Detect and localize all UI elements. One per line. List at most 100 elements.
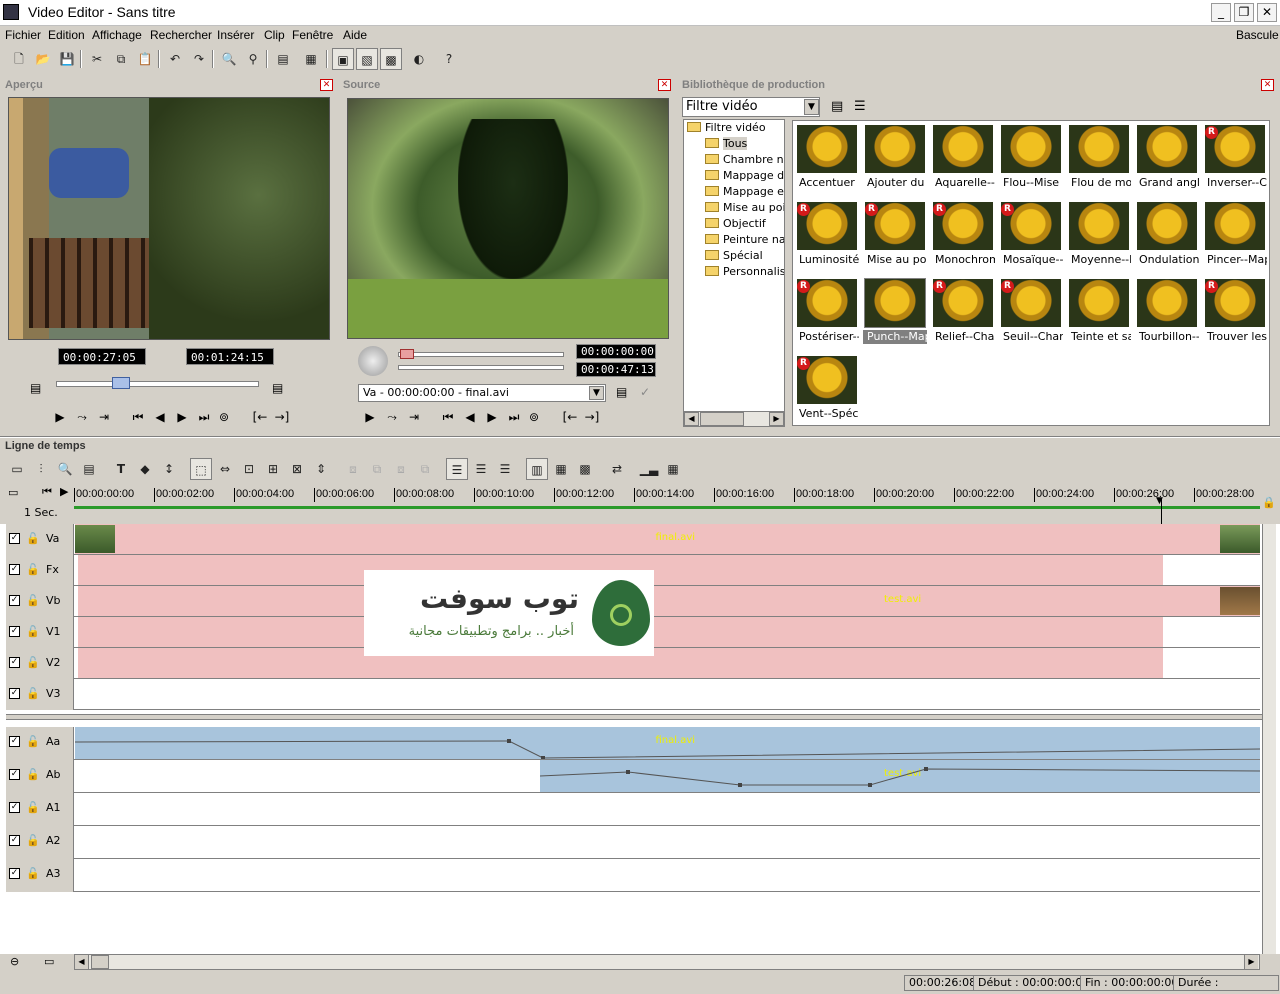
mark-in-icon[interactable]: ▤ [30, 381, 41, 395]
scroll-right-icon[interactable]: ▶ [1244, 955, 1258, 969]
library-item[interactable]: R Relief--Char [931, 279, 995, 353]
next-frame-icon[interactable]: ▶ [482, 410, 502, 424]
slip-icon[interactable]: ⇔ [214, 458, 236, 480]
ripple-icon[interactable]: ⊠ [286, 458, 308, 480]
track-row[interactable]: ✓ 🔓 V3 [6, 679, 1260, 710]
track-lock-icon[interactable]: 🔓 [26, 656, 40, 669]
find-icon[interactable]: 🔍 [218, 48, 240, 70]
close-icon[interactable]: ✕ [658, 79, 671, 91]
scroll-left-icon[interactable]: ◀ [75, 955, 89, 969]
tree-item-objectif[interactable]: Objectif [687, 217, 784, 233]
redo-icon[interactable]: ↷ [188, 48, 210, 70]
jump-in-icon[interactable]: [← [560, 410, 580, 424]
tree-item-mappage-de[interactable]: Mappage de [687, 169, 784, 185]
menu-affichage[interactable]: Affichage [92, 28, 142, 42]
envelope-point[interactable] [738, 783, 742, 787]
library-item[interactable]: Teinte et sa [1067, 279, 1131, 353]
film-icon[interactable]: ▭ [8, 486, 18, 499]
track-lock-icon[interactable]: 🔓 [26, 801, 40, 814]
track-row[interactable]: ✓ 🔓 Aa final.avi [6, 727, 1260, 760]
envelope-point[interactable] [626, 770, 630, 774]
align-center-icon[interactable]: ☰ [470, 458, 492, 480]
text-tool-icon[interactable]: T [110, 458, 132, 480]
envelope-point[interactable] [507, 739, 511, 743]
zoom-out-icon[interactable]: ⊖ [10, 955, 19, 968]
tree-item-tous[interactable]: Tous [687, 137, 784, 153]
align-right-icon[interactable]: ☰ [494, 458, 516, 480]
copy-icon[interactable]: ⧉ [110, 48, 132, 70]
track-enable-checkbox[interactable]: ✓ [9, 688, 20, 699]
preview-scrub-handle[interactable] [112, 377, 130, 389]
tree-item-mise-au-point[interactable]: Mise au poin [687, 201, 784, 217]
track-add-icon[interactable]: ▭ [6, 458, 28, 480]
list-view-icon[interactable]: ▤ [831, 99, 843, 114]
library-item[interactable]: Accentuer l [795, 125, 859, 199]
library-item[interactable]: R Postériser--C [795, 279, 859, 353]
track-lock-icon[interactable]: 🔓 [26, 735, 40, 748]
library-item[interactable]: R Seuil--Cham [999, 279, 1063, 353]
previous-frame-icon[interactable]: ◀ [150, 410, 170, 424]
source-clip-select[interactable]: Va - 00:00:00:00 - final.avi [358, 384, 606, 402]
library-item[interactable]: Pincer--Map [1203, 202, 1267, 276]
go-start-icon[interactable]: ⏮ [128, 410, 148, 425]
jog-wheel-icon[interactable] [358, 346, 388, 376]
library-item[interactable]: Ajouter du b [863, 125, 927, 199]
library-item[interactable]: Flou de mou [1067, 125, 1131, 199]
track-enable-checkbox[interactable]: ✓ [9, 769, 20, 780]
tree-item-special[interactable]: Spécial [687, 249, 784, 265]
track-row[interactable]: ✓ 🔓 Ab test.avi [6, 760, 1260, 793]
play-icon[interactable]: ▶ [50, 410, 70, 424]
lock-icon[interactable]: 🔒 [1262, 496, 1276, 509]
tree-item-root[interactable]: Filtre vidéo [687, 121, 784, 137]
playhead-marker-icon[interactable]: ▼ [1156, 496, 1163, 506]
tree-item-mappage-en[interactable]: Mappage en [687, 185, 784, 201]
video-clip[interactable]: test.avi [78, 586, 1260, 616]
tree-item-personnalise[interactable]: Personnalisé [687, 265, 784, 281]
view-frames-icon[interactable]: ▦ [550, 458, 572, 480]
audio-graph-icon[interactable]: ▁▃ [638, 458, 660, 480]
library-item[interactable]: R Mosaïque--I [999, 202, 1063, 276]
jump-in-icon[interactable]: [← [250, 410, 270, 424]
vertical-scrollbar[interactable] [1262, 524, 1276, 954]
zoom-icon[interactable]: 🔍 [54, 458, 76, 480]
track-lock-icon[interactable]: 🔓 [26, 867, 40, 880]
track-enable-checkbox[interactable]: ✓ [9, 626, 20, 637]
paste-icon[interactable]: 📋 [134, 48, 156, 70]
undo-icon[interactable]: ↶ [164, 48, 186, 70]
menu-edition[interactable]: Edition [48, 28, 85, 42]
track-enable-checkbox[interactable]: ✓ [9, 595, 20, 606]
select-mode-icon[interactable]: ⬚ [190, 458, 212, 480]
av-divider[interactable] [6, 714, 1276, 720]
find-next-icon[interactable]: ⚲ [242, 48, 264, 70]
source-in-handle[interactable] [400, 349, 414, 359]
checkmark-icon[interactable]: ✓ [640, 385, 650, 399]
tree-scrollbar[interactable]: ◀ ▶ [684, 411, 784, 426]
play-selection-icon[interactable]: ⇥ [404, 410, 424, 424]
track-lock-icon[interactable]: 🔓 [26, 532, 40, 545]
track-enable-checkbox[interactable]: ✓ [9, 564, 20, 575]
calendar-icon[interactable]: ▦ [662, 458, 684, 480]
library-icon[interactable]: ▩ [380, 48, 402, 70]
source-range-bar[interactable] [398, 365, 564, 370]
jump-out-icon[interactable]: →] [582, 410, 602, 424]
ruler-start-icon[interactable]: ⏮ [42, 485, 52, 499]
zoom-slider-icon[interactable]: ▭ [44, 955, 54, 968]
clip-props-icon[interactable]: ▤ [78, 458, 100, 480]
horizontal-scrollbar[interactable]: ◀ ▶ [74, 954, 1260, 970]
go-end-icon[interactable]: ⏭ [504, 410, 524, 425]
track-lock-icon[interactable]: 🔓 [26, 687, 40, 700]
library-item[interactable]: Moyenne--M [1067, 202, 1131, 276]
source-scrubber[interactable] [398, 352, 564, 357]
menu-fichier[interactable]: Fichier [5, 28, 41, 42]
library-filter-select[interactable]: Filtre vidéo [682, 97, 820, 117]
library-item[interactable]: R Vent--Spéci [795, 356, 859, 430]
scroll-right-icon[interactable]: ▶ [769, 412, 784, 426]
go-start-icon[interactable]: ⏮ [438, 410, 458, 425]
new-file-icon[interactable]: 🗋 [8, 48, 30, 70]
maximize-button[interactable]: ❐ [1234, 3, 1254, 22]
library-item[interactable]: R Monochrom [931, 202, 995, 276]
menu-rechercher[interactable]: Rechercher [150, 28, 212, 42]
preview-scrubber[interactable] [56, 381, 259, 387]
audio-clip[interactable]: test.avi [540, 760, 1260, 792]
library-item[interactable]: R Trouver les [1203, 279, 1267, 353]
